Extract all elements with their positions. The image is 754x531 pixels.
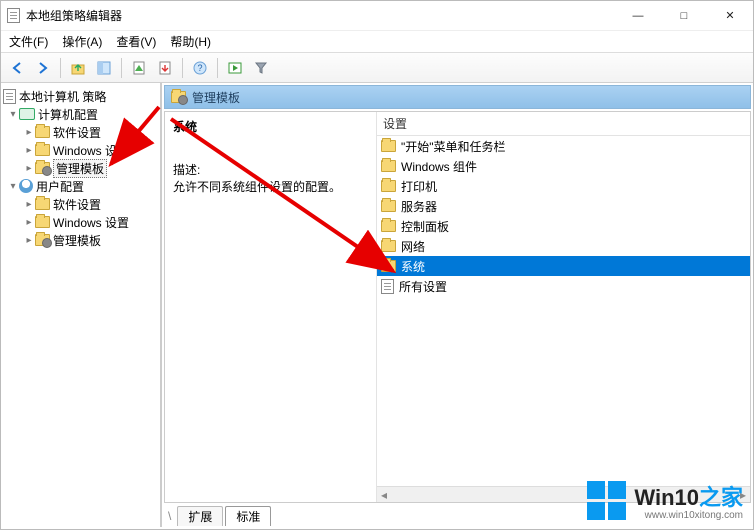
folder-icon xyxy=(35,198,50,210)
expander-icon[interactable]: ▸ xyxy=(23,235,35,246)
folder-icon xyxy=(381,140,396,152)
tree-user-windows[interactable]: ▸ Windows 设置 xyxy=(1,213,160,231)
list-item[interactable]: 网络 xyxy=(377,236,750,256)
tree-user-label: 用户配置 xyxy=(36,178,84,195)
menu-help[interactable]: 帮助(H) xyxy=(170,33,211,50)
settings-icon xyxy=(381,279,394,294)
menu-view[interactable]: 查看(V) xyxy=(116,33,156,50)
expander-icon[interactable]: ▸ xyxy=(23,199,35,210)
tree-root[interactable]: 本地计算机 策略 xyxy=(1,87,160,105)
folder-icon xyxy=(381,160,396,172)
user-icon xyxy=(19,179,33,193)
description-text: 允许不同系统组件设置的配置。 xyxy=(173,178,368,195)
tab-standard[interactable]: 标准 xyxy=(225,506,271,526)
run-button[interactable] xyxy=(223,56,247,80)
horizontal-scrollbar[interactable]: ◂ ▸ xyxy=(377,486,750,502)
expander-icon[interactable]: ▸ xyxy=(23,217,35,228)
folder-settings-icon xyxy=(35,162,50,174)
tree-label: 管理模板 xyxy=(53,159,107,178)
list-item-label: "开始"菜单和任务栏 xyxy=(401,138,506,155)
list-item[interactable]: 打印机 xyxy=(377,176,750,196)
expander-icon[interactable]: ▾ xyxy=(7,109,19,120)
export-button[interactable] xyxy=(153,56,177,80)
list-item[interactable]: 服务器 xyxy=(377,196,750,216)
tree-computer-label: 计算机配置 xyxy=(38,106,98,123)
minimize-button[interactable]: — xyxy=(615,1,661,31)
maximize-button[interactable]: □ xyxy=(661,1,707,31)
list-item-label: 系统 xyxy=(401,258,425,275)
expander-icon[interactable]: ▾ xyxy=(7,181,19,192)
detail-heading: 系统 xyxy=(173,118,368,135)
folder-settings-icon xyxy=(171,91,186,103)
view-tabs: 扩展 标准 xyxy=(164,503,751,525)
list-item-label: Windows 组件 xyxy=(401,158,477,175)
window-controls: — □ ✕ xyxy=(615,1,753,31)
folder-icon xyxy=(35,126,50,138)
list-item-label: 控制面板 xyxy=(401,218,449,235)
folder-icon xyxy=(35,216,50,228)
column-header-settings[interactable]: 设置 xyxy=(377,112,750,136)
folder-icon xyxy=(35,144,50,156)
policy-icon xyxy=(3,89,16,104)
folder-icon xyxy=(381,240,396,252)
tab-extended[interactable]: 扩展 xyxy=(177,506,223,526)
menubar: 文件(F) 操作(A) 查看(V) 帮助(H) xyxy=(1,31,753,53)
tree-user-config[interactable]: ▾ 用户配置 xyxy=(1,177,160,195)
tree-comp-software[interactable]: ▸ 软件设置 xyxy=(1,123,160,141)
nav-forward-button[interactable] xyxy=(31,56,55,80)
filter-button[interactable] xyxy=(249,56,273,80)
menu-action[interactable]: 操作(A) xyxy=(62,33,102,50)
tree-label: 软件设置 xyxy=(53,124,101,141)
expander-icon[interactable]: ▸ xyxy=(23,127,35,138)
list-item[interactable]: 控制面板 xyxy=(377,216,750,236)
tree-root-label: 本地计算机 策略 xyxy=(19,88,106,105)
description-panel: 系统 描述: 允许不同系统组件设置的配置。 xyxy=(165,112,377,502)
menu-file[interactable]: 文件(F) xyxy=(9,33,48,50)
show-tree-button[interactable] xyxy=(92,56,116,80)
list-item-label: 所有设置 xyxy=(399,278,447,295)
svg-text:?: ? xyxy=(197,63,202,73)
app-icon xyxy=(7,8,20,23)
description-label: 描述: xyxy=(173,161,368,178)
list-item[interactable]: Windows 组件 xyxy=(377,156,750,176)
tree-label: Windows 设置 xyxy=(53,214,129,231)
tree-user-software[interactable]: ▸ 软件设置 xyxy=(1,195,160,213)
tree-label: Windows 设置 xyxy=(53,142,129,159)
tree-pane[interactable]: 本地计算机 策略 ▾ 计算机配置 ▸ 软件设置 ▸ Windows 设置 ▸ 管… xyxy=(1,83,161,527)
list-item[interactable]: 所有设置 xyxy=(377,276,750,296)
tree-comp-admin-templates[interactable]: ▸ 管理模板 xyxy=(1,159,160,177)
folder-settings-icon xyxy=(35,234,50,246)
help-button[interactable]: ? xyxy=(188,56,212,80)
titlebar: 本地组策略编辑器 — □ ✕ xyxy=(1,1,753,31)
properties-button[interactable] xyxy=(127,56,151,80)
list-item-label: 服务器 xyxy=(401,198,437,215)
folder-icon xyxy=(381,220,396,232)
folder-icon xyxy=(381,200,396,212)
computer-icon xyxy=(19,108,35,120)
list-item[interactable]: 系统 xyxy=(377,256,750,276)
tree-computer-config[interactable]: ▾ 计算机配置 xyxy=(1,105,160,123)
breadcrumb[interactable]: 管理模板 xyxy=(164,85,751,109)
folder-icon xyxy=(381,180,396,192)
window-title: 本地组策略编辑器 xyxy=(26,7,122,24)
expander-icon[interactable]: ▸ xyxy=(23,163,35,174)
list-item[interactable]: "开始"菜单和任务栏 xyxy=(377,136,750,156)
breadcrumb-label: 管理模板 xyxy=(192,89,240,106)
tree-label: 管理模板 xyxy=(53,232,101,249)
tree-user-admin-templates[interactable]: ▸ 管理模板 xyxy=(1,231,160,249)
settings-list: 设置 "开始"菜单和任务栏 Windows 组件打印机服务器控制面板网络系统所有设… xyxy=(377,112,750,502)
up-level-button[interactable] xyxy=(66,56,90,80)
detail-pane: 管理模板 系统 描述: 允许不同系统组件设置的配置。 设置 "开始"菜单和任务栏… xyxy=(161,83,753,527)
close-button[interactable]: ✕ xyxy=(707,1,753,31)
nav-back-button[interactable] xyxy=(5,56,29,80)
tree-comp-windows[interactable]: ▸ Windows 设置 xyxy=(1,141,160,159)
folder-icon xyxy=(381,260,396,272)
expander-icon[interactable]: ▸ xyxy=(23,145,35,156)
list-item-label: 打印机 xyxy=(401,178,437,195)
toolbar: ? xyxy=(1,53,753,83)
list-item-label: 网络 xyxy=(401,238,425,255)
tree-label: 软件设置 xyxy=(53,196,101,213)
